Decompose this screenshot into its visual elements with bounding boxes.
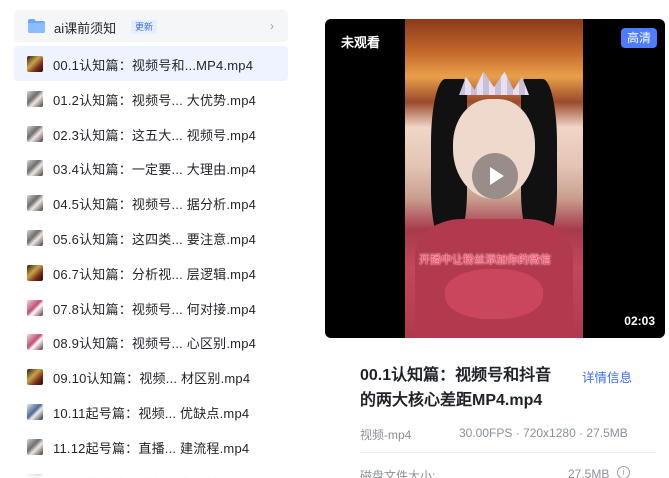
- file-name: 06.7认知篇：分析视... 层逻辑.mp4: [53, 266, 257, 282]
- file-row[interactable]: 06.7认知篇：分析视... 层逻辑.mp4: [14, 255, 288, 290]
- file-list-panel: ai课前须知 更新 › 00.1认知篇：视频号和...MP4.mp4 01.2认知…: [0, 0, 300, 478]
- disk-size-value: 27.5MB: [568, 467, 610, 478]
- video-thumbnail-icon: [27, 369, 43, 386]
- file-row[interactable]: 00.1认知篇：视频号和...MP4.mp4: [14, 46, 288, 81]
- video-thumbnail-icon: [27, 438, 43, 455]
- file-row[interactable]: 10.11起号篇：视频... 优缺点.mp4: [14, 394, 288, 429]
- file-name: 05.6认知篇：这四类... 要注意.mp4: [53, 231, 257, 247]
- video-duration: 02:03: [624, 314, 655, 328]
- file-row[interactable]: 09.10认知篇：视频... 材区别.mp4: [14, 359, 288, 394]
- video-thumbnail-icon: [27, 403, 43, 420]
- video-player[interactable]: 开播中让粉丝添加你的微信 未观看 高清 02:03: [325, 19, 665, 338]
- video-thumbnail-icon: [27, 90, 43, 107]
- chevron-right-icon[interactable]: ›: [270, 19, 274, 33]
- video-thumbnail-icon: [27, 160, 43, 177]
- detail-info-link[interactable]: 详情信息: [582, 367, 632, 386]
- video-title: 00.1认知篇：视频号和抖音的两大核心差距MP4.mp4: [360, 367, 552, 409]
- folder-row-course-notes[interactable]: ai课前须知 更新 ›: [14, 10, 288, 42]
- video-thumbnail-icon: [27, 229, 43, 246]
- divider: [360, 452, 656, 453]
- quality-badge[interactable]: 高清: [620, 28, 657, 48]
- file-name: 01.2认知篇：视频号... 大优势.mp4: [53, 92, 257, 108]
- file-row[interactable]: 04.5认知篇：视频号... 据分析.mp4: [14, 185, 288, 220]
- video-thumbnail-icon: [27, 56, 43, 72]
- video-file-list: 00.1认知篇：视频号和...MP4.mp4 01.2认知篇：视频号... 大优势…: [14, 46, 288, 478]
- folder-icon: [28, 19, 45, 33]
- file-name: 04.5认知篇：视频号... 据分析.mp4: [53, 197, 257, 213]
- video-thumbnail-icon: [27, 195, 43, 212]
- folder-label: ai课前须知: [54, 21, 117, 36]
- disk-size-label: 磁盘文件大小:: [360, 469, 436, 478]
- file-row[interactable]: 11.12起号篇：直播... 建流程.mp4: [14, 429, 288, 464]
- video-thumbnail-icon: [27, 334, 43, 351]
- file-row[interactable]: 02.3认知篇：这五大... 视频号.mp4: [14, 116, 288, 151]
- file-row[interactable]: 08.9认知篇：视频号... 心区别.mp4: [14, 324, 288, 359]
- info-icon[interactable]: i: [617, 466, 630, 478]
- play-icon: [490, 167, 504, 185]
- video-thumbnail-icon: [27, 125, 43, 142]
- file-row[interactable]: 01.2认知篇：视频号... 大优势.mp4: [14, 81, 288, 116]
- update-badge: 更新: [131, 20, 158, 34]
- video-thumbnail-icon: [27, 299, 43, 316]
- file-row[interactable]: 03.4认知篇：一定要... 大理由.mp4: [14, 150, 288, 185]
- file-name: 03.4认知篇：一定要... 大理由.mp4: [53, 162, 257, 178]
- file-row[interactable]: 07.8认知篇：视频号... 何对接.mp4: [14, 290, 288, 325]
- file-name: 08.9认知篇：视频号... 心区别.mp4: [53, 336, 257, 352]
- file-row[interactable]: 05.6认知篇：这四类... 要注意.mp4: [14, 220, 288, 255]
- video-thumbnail-icon: [27, 264, 43, 281]
- file-name: 10.11起号篇：视频... 优缺点.mp4: [53, 405, 250, 421]
- file-name: 02.3认知篇：这五大... 视频号.mp4: [53, 127, 257, 143]
- crown-decoration: [459, 71, 529, 95]
- unwatched-label: 未观看: [341, 35, 381, 50]
- file-type: 视频-mp4: [360, 428, 412, 442]
- file-name: 07.8认知篇：视频号... 何对接.mp4: [53, 301, 257, 317]
- video-subtitle: 开播中让粉丝添加你的微信: [419, 254, 551, 266]
- file-name: 09.10认知篇：视频... 材区别.mp4: [53, 371, 251, 387]
- file-name: 11.12起号篇：直播... 建流程.mp4: [53, 440, 250, 456]
- video-specs: 30.00FPS · 720x1280 · 27.5MB: [459, 426, 628, 440]
- play-button[interactable]: [472, 153, 518, 199]
- file-name: 00.1认知篇：视频号和...MP4.mp4: [53, 58, 254, 73]
- preview-panel: 开播中让粉丝添加你的微信 未观看 高清 02:03 00.1认知篇：视频号和抖音…: [300, 0, 669, 478]
